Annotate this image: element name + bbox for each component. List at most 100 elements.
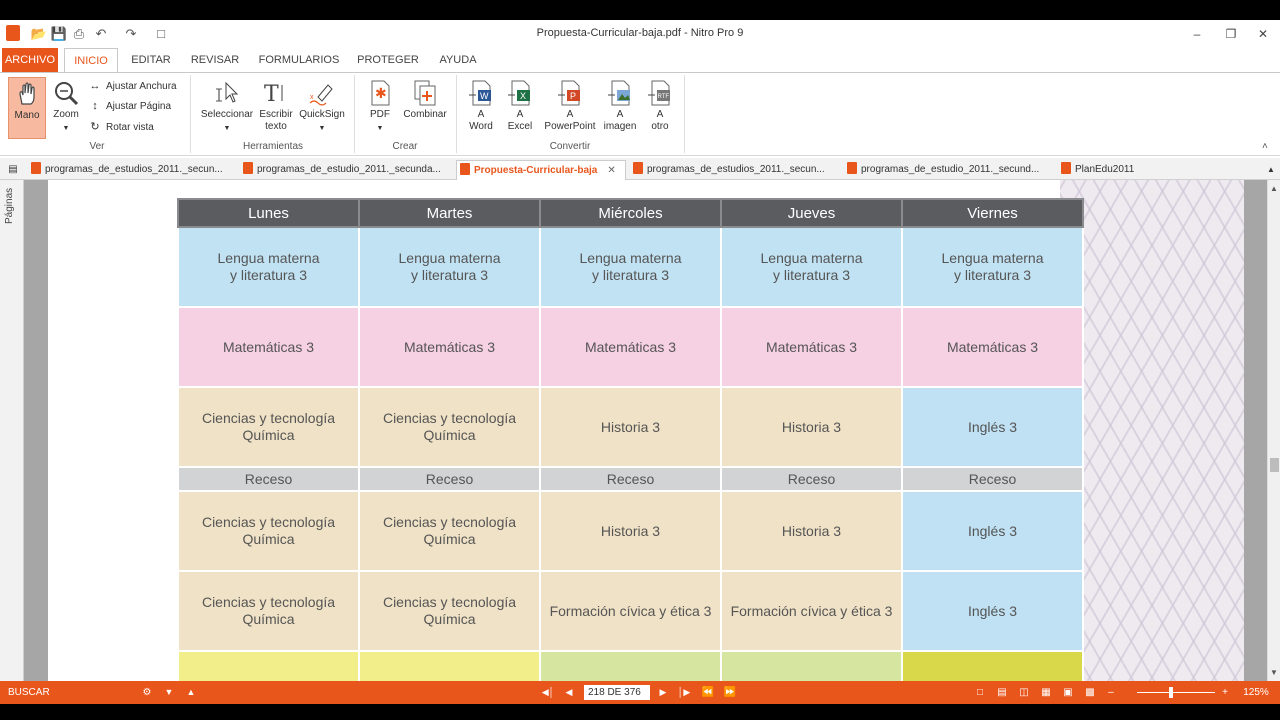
quicksign-label: QuickSign [299, 109, 345, 120]
powerpoint-icon: P [558, 80, 580, 106]
prev-page-icon[interactable]: ◀ [562, 681, 576, 704]
tab-proteger[interactable]: PROTEGER [356, 48, 420, 72]
zoom-slider-track[interactable] [1137, 692, 1215, 693]
to-powerpoint-button[interactable]: P A PowerPoint [540, 77, 600, 139]
schedule-body: Lengua materna y literatura 3 Lengua mate… [177, 226, 1084, 681]
next-page-icon[interactable]: ▶ [656, 681, 670, 704]
close-tab-icon[interactable]: ✕ [607, 161, 615, 180]
select-button[interactable]: Seleccionar ▼ [198, 77, 256, 139]
group-separator [190, 75, 191, 153]
zoom-slider-thumb[interactable] [1169, 687, 1173, 698]
fullscreen-icon[interactable]: ▣ [1060, 681, 1076, 704]
zoom-out-icon[interactable]: – [1104, 681, 1118, 704]
image-icon [608, 80, 630, 106]
search-label[interactable]: BUSCAR [8, 681, 50, 704]
magnifier-icon [55, 82, 79, 106]
schedule-cell: Matemáticas 3 [720, 306, 903, 388]
schedule-row: Receso Receso Receso Receso Receso [177, 466, 1084, 492]
zoom-label: Zoom [53, 109, 79, 120]
tab-list-icon[interactable]: ▤ [4, 160, 22, 180]
combine-button[interactable]: Combinar [400, 77, 450, 139]
hand-tool-label: Mano [14, 110, 40, 121]
zoom-button[interactable]: Zoom ▼ [48, 77, 84, 139]
to-word-button[interactable]: W A Word [462, 77, 500, 139]
to-other-label-a: A [656, 109, 664, 120]
doc-tab-label: programas_de_estudios_2011._secun... [647, 164, 825, 175]
zoom-level: 125% [1243, 687, 1269, 698]
schedule-row: Ciencias y tecnología Química Ciencias y … [177, 386, 1084, 468]
hand-tool-button[interactable]: Mano [8, 77, 46, 139]
pdf-file-icon [243, 162, 253, 175]
svg-text:T: T [264, 82, 279, 107]
type-text-label-1: Escribir [259, 109, 293, 120]
document-viewport[interactable]: Lunes Martes Miércoles Jueves Viernes Lengua… [24, 180, 1267, 681]
search-settings-icon[interactable]: ⚙ [140, 681, 154, 704]
schedule-cell: Matemáticas 3 [177, 306, 360, 388]
pages-side-panel[interactable]: Páginas [0, 180, 24, 681]
previous-view-icon[interactable]: ⏪ [700, 681, 716, 704]
ribbon: Mano Zoom ▼ ↔ Ajustar Anchura ↕ Ajustar Pá… [0, 72, 1280, 156]
zoom-in-icon[interactable]: + [1218, 681, 1232, 704]
scroll-up-icon[interactable]: ▲ [1270, 184, 1278, 193]
first-page-icon[interactable]: ◀│ [540, 681, 556, 704]
tab-editar[interactable]: EDITAR [124, 48, 178, 72]
type-text-button[interactable]: T Escribir texto [256, 77, 296, 139]
doc-tab-2[interactable]: programas_de_estudio_2011._secunda... [240, 160, 454, 180]
continuous-view-icon[interactable]: ▤ [994, 681, 1010, 704]
tab-archivo[interactable]: ARCHIVO [2, 48, 58, 72]
create-pdf-label: PDF [370, 109, 390, 120]
close-icon[interactable]: ✕ [1246, 24, 1280, 44]
last-page-icon[interactable]: │▶ [676, 681, 692, 704]
fit-width-button[interactable]: ↔ Ajustar Anchura [88, 77, 177, 95]
doc-tab-5[interactable]: programas_de_estudio_2011._secund... [844, 160, 1056, 180]
scroll-tabs-icon[interactable]: ▲ [1264, 160, 1278, 180]
to-image-button[interactable]: A imagen [600, 77, 640, 139]
page-number-input[interactable]: 218 DE 376 [584, 685, 650, 700]
schedule-cell: Historia 3 [539, 386, 722, 468]
day-header: Viernes [901, 198, 1084, 228]
next-view-icon[interactable]: ⏩ [722, 681, 738, 704]
schedule-cell: Ciencias y tecnología Química [177, 386, 360, 468]
schedule-cell: Inglés 3 [901, 570, 1084, 652]
text-cursor-arrow-icon [216, 81, 239, 103]
video-letterbox-bottom [0, 704, 1280, 720]
doc-tab-active[interactable]: Propuesta-Curricular-baja ✕ [456, 160, 626, 180]
tab-formularios[interactable]: FORMULARIOS [256, 48, 342, 72]
video-letterbox-top [0, 0, 1280, 20]
single-page-view-icon[interactable]: □ [972, 681, 988, 704]
rotate-icon: ↻ [90, 121, 100, 133]
schedule-row: Desarrollo artísticoDesarrollo artístico [177, 650, 1084, 681]
quicksign-button[interactable]: x QuickSign ▼ [296, 77, 348, 139]
doc-tab-6[interactable]: PlanEdu2011 [1058, 160, 1148, 180]
to-other-button[interactable]: RTF A otro [642, 77, 678, 139]
facing-view-icon[interactable]: ◫ [1016, 681, 1032, 704]
search-next-icon[interactable]: ▼ [162, 681, 176, 704]
facing-continuous-view-icon[interactable]: ▦ [1038, 681, 1054, 704]
schedule-row: Lengua materna y literatura 3 Lengua mate… [177, 226, 1084, 308]
group-convertir-label: Convertir [549, 141, 591, 152]
schedule-cell: Formación cívica y ética 3 [720, 570, 903, 652]
doc-tab-1[interactable]: programas_de_estudios_2011._secun... [28, 160, 238, 180]
fit-window-icon[interactable]: ▩ [1082, 681, 1098, 704]
doc-tab-4[interactable]: programas_de_estudios_2011._secun... [630, 160, 840, 180]
minimize-icon[interactable]: – [1180, 24, 1214, 44]
scrollbar-thumb[interactable] [1270, 458, 1279, 472]
fit-page-button[interactable]: ↕ Ajustar Página [88, 97, 171, 115]
tab-ayuda[interactable]: AYUDA [432, 48, 484, 72]
schedule-cell: Receso [177, 466, 360, 492]
combine-files-icon [414, 80, 436, 106]
rotate-view-button[interactable]: ↻ Rotar vista [88, 118, 153, 136]
schedule-table: Lunes Martes Miércoles Jueves Viernes Lengua… [177, 198, 1084, 681]
scroll-down-icon[interactable]: ▼ [1270, 668, 1278, 677]
restore-icon[interactable]: ❐ [1214, 24, 1248, 44]
schedule-cell: Inglés 3 [901, 490, 1084, 572]
search-prev-icon[interactable]: ▲ [184, 681, 198, 704]
doc-tab-label: PlanEdu2011 [1075, 164, 1135, 175]
tab-revisar[interactable]: REVISAR [186, 48, 244, 72]
document-tab-bar: ▤ programas_de_estudios_2011._secun... p… [0, 158, 1280, 180]
vertical-scrollbar[interactable]: ▲ ▼ [1267, 180, 1280, 681]
tab-inicio[interactable]: INICIO [64, 48, 118, 73]
create-pdf-button[interactable]: ✱ PDF ▼ [362, 77, 398, 139]
collapse-ribbon-icon[interactable]: ˄ [1262, 141, 1268, 152]
to-excel-button[interactable]: X A Excel [502, 77, 538, 139]
